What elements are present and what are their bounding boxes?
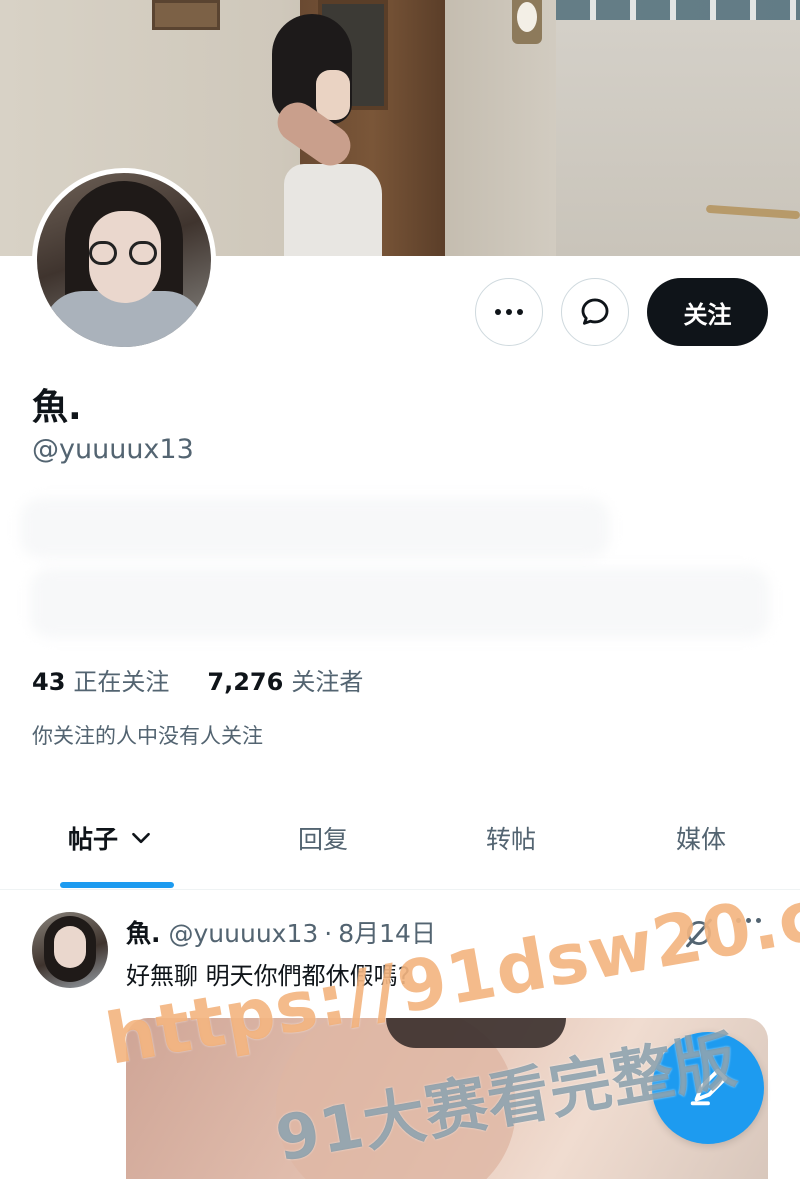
follow-button[interactable]: 关注 [647,278,768,346]
avatar-image [37,173,211,347]
followers-stat[interactable]: 7,276 关注者 [207,662,363,697]
more-horizontal-icon [495,309,523,315]
followers-label: 关注者 [291,668,364,696]
followers-count: 7,276 [207,668,284,696]
following-stat[interactable]: 43 正在关注 [32,662,169,697]
blurred-bio [20,488,790,668]
message-button[interactable] [561,278,629,346]
banner-wall-lamp [512,0,542,44]
banner-wall [556,20,800,256]
post-author-name[interactable]: 魚. [126,919,161,948]
post-author-handle[interactable]: @yuuuux13 [169,919,319,948]
chevron-down-icon [132,832,150,844]
tab-reposts[interactable]: 转帖 [486,820,536,856]
tab-replies[interactable]: 回复 [298,820,348,856]
post-header: 魚. @yuuuux13 · 8月14日 [126,914,436,950]
profile-tabs: 帖子 回复 转帖 媒体 [0,790,800,890]
active-tab-indicator [60,882,174,888]
profile-handle: @yuuuux13 [32,434,194,465]
chat-bubble-icon [581,298,609,325]
tab-media[interactable]: 媒体 [676,820,726,856]
post-author-avatar[interactable] [32,912,108,988]
following-label: 正在关注 [73,668,170,696]
banner-person [262,14,382,256]
profile-avatar[interactable] [32,168,216,352]
profile-display-name: 魚. [32,387,82,428]
profile-stats: 43 正在关注 7,276 关注者 [32,662,363,697]
mutual-followers-note: 你关注的人中没有人关注 [32,724,263,748]
more-options-button[interactable] [475,278,543,346]
post-separator: · [324,919,333,948]
banner-wall-frame [152,0,220,30]
tab-posts[interactable]: 帖子 [68,820,154,856]
banner-tiles [556,0,800,20]
tab-posts-label: 帖子 [68,825,119,854]
following-count: 43 [32,668,66,696]
